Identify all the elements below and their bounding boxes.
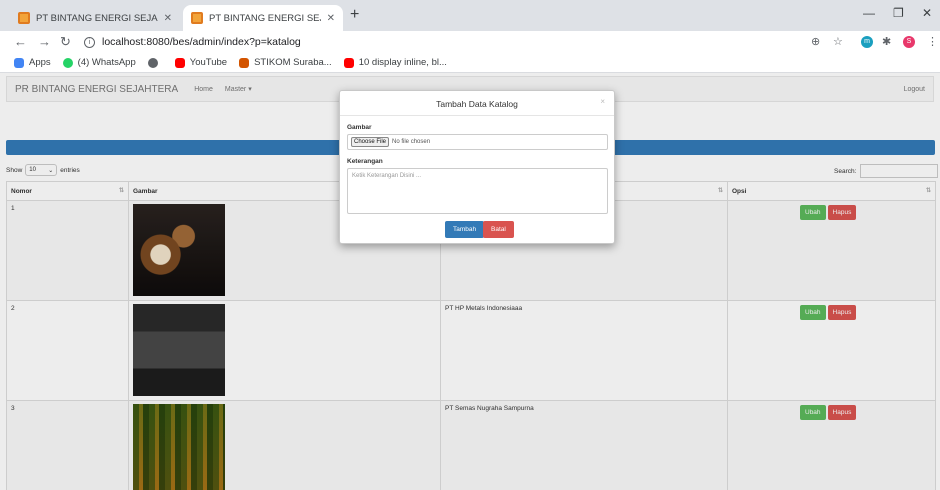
tab-close-icon[interactable]: ✕ <box>327 13 335 24</box>
tab-title: PT BINTANG ENERGI SEJAHTERA <box>209 12 321 24</box>
modal-title: Tambah Data Katalog <box>436 99 518 109</box>
browser-toolbar: ← → ↻ i localhost:8080/bes/admin/index?p… <box>0 31 940 53</box>
bookmark-globe[interactable] <box>147 57 163 68</box>
reload-icon[interactable]: ↻ <box>60 34 71 50</box>
bookmark-stikom[interactable]: STIKOM Suraba... <box>239 57 332 68</box>
tab-title: PT BINTANG ENERGI SEJAHTERA <box>36 12 158 24</box>
menu-kebab-icon[interactable]: ⋮ <box>927 35 938 48</box>
browser-tab[interactable]: PT BINTANG ENERGI SEJAHTERA ✕ <box>10 5 180 31</box>
choose-file-button[interactable]: Choose File <box>351 137 390 147</box>
address-url: localhost:8080/bes/admin/index?p=katalog <box>102 36 301 48</box>
apps-grid-icon <box>14 57 24 68</box>
bookmark-display-inline[interactable]: 10 display inline, bl... <box>343 57 447 68</box>
tab-favicon-icon <box>18 12 30 24</box>
youtube-icon <box>343 57 354 68</box>
whatsapp-icon <box>62 57 73 68</box>
gambar-label: Gambar <box>347 124 372 131</box>
bookmark-star-icon[interactable]: ☆ <box>833 35 843 48</box>
batal-button[interactable]: Batal <box>483 221 514 238</box>
close-icon[interactable]: × <box>600 97 605 106</box>
youtube-icon <box>174 57 185 68</box>
no-file-text: No file chosen <box>392 139 431 145</box>
extension-icon[interactable]: m <box>861 36 873 48</box>
browser-tab-active[interactable]: PT BINTANG ENERGI SEJAHTERA ✕ <box>183 5 343 31</box>
site-info-icon[interactable]: i <box>84 36 95 48</box>
new-tab-icon[interactable]: + <box>350 6 359 24</box>
globe-icon <box>147 57 158 68</box>
bookmark-youtube[interactable]: YouTube <box>174 57 227 68</box>
keterangan-label: Keterangan <box>347 158 383 165</box>
zoom-icon[interactable]: ⊕ <box>811 35 820 48</box>
bookmark-whatsapp[interactable]: (4) WhatsApp <box>62 57 136 68</box>
forward-icon[interactable]: → <box>38 34 51 49</box>
bookmarks-bar: Apps (4) WhatsApp YouTube STIKOM Suraba.… <box>0 53 940 73</box>
restore-icon[interactable]: ❐ <box>893 6 904 20</box>
close-window-icon[interactable]: ✕ <box>922 6 932 20</box>
tab-close-icon[interactable]: ✕ <box>164 13 172 24</box>
tab-favicon-icon <box>191 12 203 24</box>
bookmark-apps[interactable]: Apps <box>14 57 51 68</box>
modal-header: Tambah Data Katalog × <box>340 91 614 116</box>
browser-tab-bar: PT BINTANG ENERGI SEJAHTERA ✕ PT BINTANG… <box>0 0 940 31</box>
tambah-button[interactable]: Tambah <box>445 221 485 238</box>
file-input[interactable]: Choose File No file chosen <box>347 134 608 150</box>
keterangan-textarea[interactable]: Ketik Keterangan Disini ... <box>347 168 608 214</box>
minimize-icon[interactable]: — <box>863 6 875 20</box>
profile-avatar[interactable]: S <box>903 36 915 48</box>
stikom-icon <box>239 57 250 68</box>
tambah-katalog-modal: Tambah Data Katalog × Gambar Choose File… <box>339 90 615 244</box>
back-icon[interactable]: ← <box>14 34 27 49</box>
address-bar[interactable]: i localhost:8080/bes/admin/index?p=katal… <box>84 32 832 52</box>
extensions-puzzle-icon[interactable]: ✱ <box>882 35 891 48</box>
